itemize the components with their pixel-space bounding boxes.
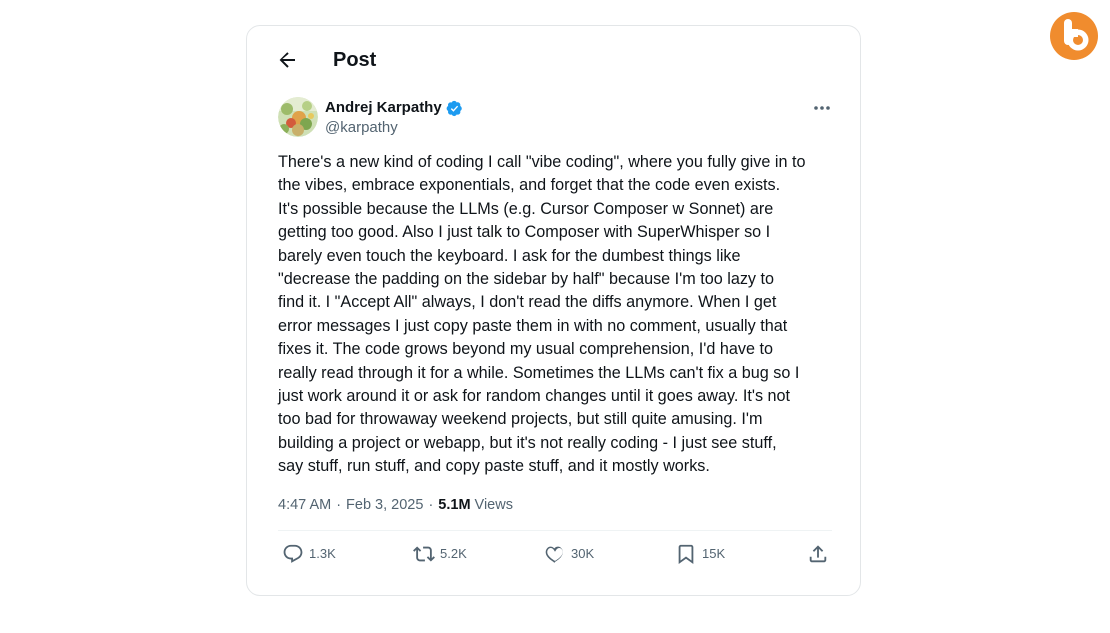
share-icon xyxy=(809,545,827,563)
page: Post Andrej Karpathy @karpathy There's a… xyxy=(0,0,1110,633)
author-handle[interactable]: @karpathy xyxy=(325,118,398,138)
bookmark-icon xyxy=(678,544,694,565)
verified-badge-icon xyxy=(446,100,462,116)
brand-logo-icon xyxy=(1050,12,1098,60)
reply-button[interactable]: 1.3K xyxy=(282,542,336,566)
action-bar: 1.3K 5.2K 30K 15K xyxy=(247,542,860,566)
like-button[interactable]: 30K xyxy=(544,542,594,566)
reply-count: 1.3K xyxy=(309,546,336,561)
views-count: 5.1M xyxy=(438,497,471,513)
like-count: 30K xyxy=(571,546,595,561)
meta-separator: · xyxy=(336,497,342,513)
tweet-text: There's a new kind of coding I call "vib… xyxy=(278,153,806,476)
divider xyxy=(278,530,832,531)
more-horizontal-icon[interactable] xyxy=(810,99,834,117)
tweet-time[interactable]: 4:47 AM xyxy=(278,495,331,515)
author-block: Andrej Karpathy @karpathy xyxy=(278,97,833,139)
post-card: Post Andrej Karpathy @karpathy There's a… xyxy=(246,25,861,596)
share-button[interactable] xyxy=(807,542,829,566)
page-title: Post xyxy=(333,49,377,71)
bookmark-count: 15K xyxy=(702,546,726,561)
views-label: Views xyxy=(474,497,513,513)
repost-count: 5.2K xyxy=(440,546,467,561)
post-header: Post xyxy=(247,26,860,94)
bookmark-button[interactable]: 15K xyxy=(675,542,725,566)
avatar[interactable] xyxy=(278,97,318,137)
arrow-left-icon[interactable] xyxy=(275,48,299,72)
reply-icon xyxy=(283,544,303,563)
repost-button[interactable]: 5.2K xyxy=(413,542,467,566)
tweet-meta: 4:47 AM · Feb 3, 2025 · 5.1M Views xyxy=(278,495,513,515)
meta-separator: · xyxy=(428,497,434,513)
heart-icon xyxy=(545,546,563,563)
author-name-row: Andrej Karpathy xyxy=(325,98,463,118)
tweet-date[interactable]: Feb 3, 2025 xyxy=(346,495,423,515)
author-name[interactable]: Andrej Karpathy xyxy=(325,98,442,118)
repost-icon xyxy=(413,546,435,562)
